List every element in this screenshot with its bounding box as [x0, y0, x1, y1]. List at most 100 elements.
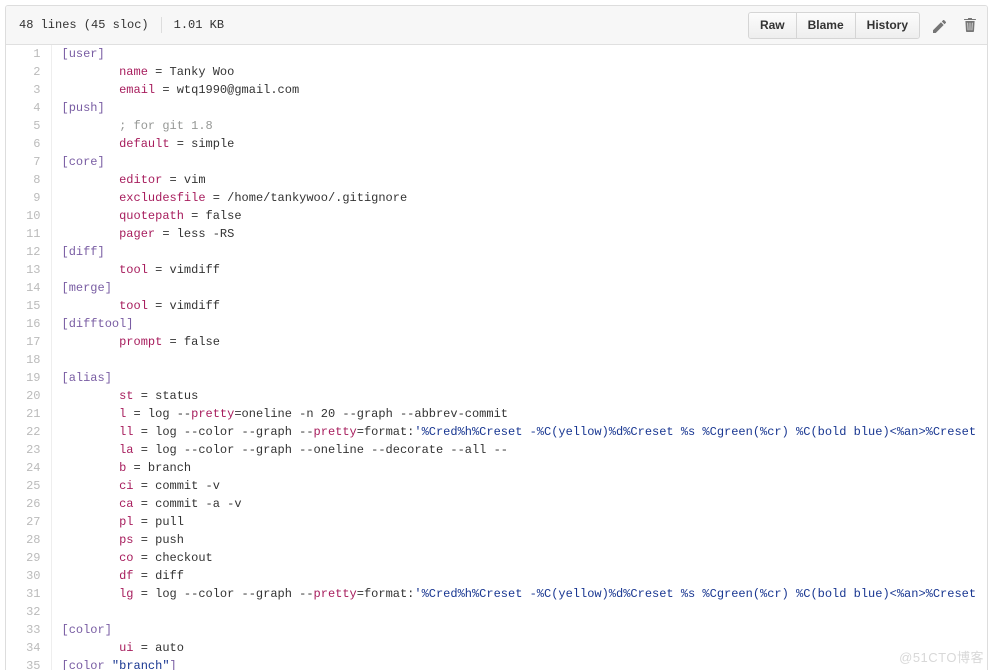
edit-file-button[interactable]	[932, 16, 949, 34]
code-token: "branch"	[111, 659, 170, 670]
line-number[interactable]: 13	[6, 261, 40, 279]
line-number[interactable]: 27	[6, 513, 40, 531]
line-number[interactable]: 12	[6, 243, 40, 261]
code-token: name	[119, 65, 148, 79]
code-token: pager	[119, 227, 156, 241]
meta-divider	[160, 17, 162, 33]
code-line: email = wtq1990@gmail.com	[62, 81, 988, 99]
line-number[interactable]: 31	[6, 585, 40, 603]
code-token: [push]	[61, 101, 105, 115]
code-line: st = status	[62, 387, 988, 405]
line-number[interactable]: 10	[6, 207, 40, 225]
line-number[interactable]: 4	[6, 99, 40, 117]
code-token: =format:	[356, 425, 415, 439]
code-token: = pull	[133, 515, 184, 529]
line-number[interactable]: 6	[6, 135, 40, 153]
line-number[interactable]: 14	[6, 279, 40, 297]
line-number[interactable]: 17	[6, 333, 40, 351]
code-token: =oneline -n 20 --graph --abbrev-commit	[234, 407, 508, 421]
line-number[interactable]: 3	[6, 81, 40, 99]
code-token: ; for git 1.8	[119, 119, 213, 133]
line-number[interactable]: 22	[6, 423, 40, 441]
code-content[interactable]: [user] name = Tanky Woo email = wtq1990@…	[51, 45, 987, 670]
code-token: pretty	[191, 407, 235, 421]
code-token: tool	[119, 299, 148, 313]
code-line: [core]	[62, 153, 988, 171]
code-token: = Tanky Woo	[147, 65, 235, 79]
code-token: = log --	[126, 407, 192, 421]
line-number[interactable]: 20	[6, 387, 40, 405]
line-number[interactable]: 11	[6, 225, 40, 243]
line-number[interactable]: 28	[6, 531, 40, 549]
code-token: = vimdiff	[147, 263, 220, 277]
code-line: [diff]	[62, 243, 988, 261]
line-number[interactable]: 35	[6, 657, 40, 670]
raw-button[interactable]: Raw	[748, 12, 797, 38]
line-number[interactable]: 8	[6, 171, 40, 189]
code-token: = log --color --graph --	[133, 425, 314, 439]
code-line: df = diff	[62, 567, 988, 585]
code-token: = commit -v	[133, 479, 220, 493]
line-number[interactable]: 19	[6, 369, 40, 387]
code-line: [user]	[62, 45, 988, 63]
code-token: ca	[119, 497, 134, 511]
file-header-bar: 48 lines (45 sloc) 1.01 KB Raw Blame His…	[6, 6, 987, 45]
line-number[interactable]: 2	[6, 63, 40, 81]
code-token: la	[119, 443, 134, 457]
code-token: = vimdiff	[147, 299, 220, 313]
code-token: default	[119, 137, 170, 151]
line-number[interactable]: 29	[6, 549, 40, 567]
line-number[interactable]: 25	[6, 477, 40, 495]
code-token: = false	[183, 209, 242, 223]
code-line: [merge]	[62, 279, 988, 297]
code-line: ui = auto	[62, 639, 988, 657]
code-line: tool = vimdiff	[62, 297, 988, 315]
line-number[interactable]: 18	[6, 351, 40, 369]
line-number[interactable]: 9	[6, 189, 40, 207]
code-token: [diff]	[61, 245, 105, 259]
line-number[interactable]: 15	[6, 297, 40, 315]
line-number[interactable]: 30	[6, 567, 40, 585]
code-token: prompt	[119, 335, 163, 349]
code-token: = branch	[126, 461, 192, 475]
code-scroll-area[interactable]: 1 2 3 4 5 6 7 8 9 10 11 12 13 14 15 16 17 18 19 20 21 22 23 24 2…	[6, 45, 987, 670]
line-number[interactable]: 7	[6, 153, 40, 171]
code-line: b = branch	[62, 459, 988, 477]
line-number[interactable]: 5	[6, 117, 40, 135]
code-token: = log --color --graph --oneline --decora…	[133, 443, 508, 457]
blame-button[interactable]: Blame	[796, 12, 856, 38]
code-line: ca = commit -a -v	[62, 495, 988, 513]
line-number[interactable]: 1	[6, 45, 40, 63]
code-token: pretty	[313, 425, 357, 439]
line-number[interactable]: 26	[6, 495, 40, 513]
code-token: ps	[119, 533, 134, 547]
line-number[interactable]: 32	[6, 603, 40, 621]
code-line: excludesfile = /home/tankywoo/.gitignore	[62, 189, 988, 207]
line-number[interactable]: 33	[6, 621, 40, 639]
delete-file-button[interactable]	[961, 16, 978, 34]
line-number[interactable]: 34	[6, 639, 40, 657]
line-number-gutter[interactable]: 1 2 3 4 5 6 7 8 9 10 11 12 13 14 15 16 17 18 19 20 21 22 23 24 2…	[6, 45, 52, 670]
code-line: [color "branch"]	[62, 657, 988, 670]
code-line: pl = pull	[62, 513, 988, 531]
line-number[interactable]: 16	[6, 315, 40, 333]
code-table: 1 2 3 4 5 6 7 8 9 10 11 12 13 14 15 16 17 18 19 20 21 22 23 24 2…	[6, 45, 987, 670]
history-button[interactable]: History	[855, 12, 919, 38]
code-line: ci = commit -v	[62, 477, 988, 495]
line-number[interactable]: 23	[6, 441, 40, 459]
line-number[interactable]: 21	[6, 405, 40, 423]
code-token: co	[119, 551, 134, 565]
line-number[interactable]: 24	[6, 459, 40, 477]
